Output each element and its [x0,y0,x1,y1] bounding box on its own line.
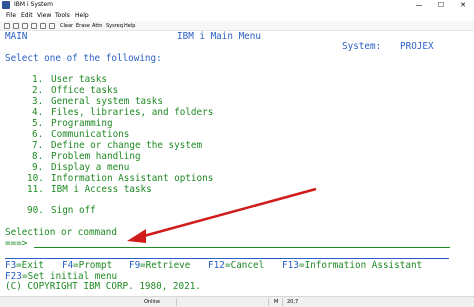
window-title: IBM i System [14,1,53,8]
cursor-position: 20,7 [287,299,299,305]
status-separator [282,298,283,306]
title-bar: IBM i System — ☐ ✕ [0,0,474,10]
status-separator [268,298,269,306]
status-separator [176,298,177,306]
open-icon[interactable] [13,23,19,29]
mode-indicator: M [274,299,279,305]
menu-bar: File Edit View Tools Help [0,10,474,21]
clear-button[interactable]: Clear [60,22,73,30]
arrow-shaft [139,187,317,239]
terminal-screen[interactable]: MAIN IBM i Main Menu System: PROJEX Sele… [0,31,474,296]
menu-edit[interactable]: Edit [21,11,33,20]
annotation-arrow [127,187,317,243]
print-icon[interactable] [22,23,28,29]
menu-help[interactable]: Help [75,11,89,20]
close-button[interactable]: ✕ [452,0,474,10]
minimize-button[interactable]: — [408,0,430,10]
copy-icon[interactable] [31,23,37,29]
help-button[interactable]: Help [124,22,135,30]
erase-button[interactable]: Erase [76,22,90,30]
paste-icon[interactable] [40,23,46,29]
menu-view[interactable]: View [37,11,51,20]
app-icon [2,1,10,9]
attn-button[interactable]: Attn [92,22,102,30]
menu-file[interactable]: File [6,11,16,20]
settings-icon[interactable] [49,23,55,29]
status-bar: Online M 20,7 [0,296,474,307]
arrow-head [127,229,146,243]
sysreq-button[interactable]: Sysreq [106,22,123,30]
maximize-button[interactable]: ☐ [430,0,452,10]
new-session-icon[interactable] [4,23,10,29]
connection-status: Online [144,299,161,305]
menu-tools[interactable]: Tools [55,11,70,20]
toolbar: Clear Erase Attn Sysreq Help [0,21,474,31]
